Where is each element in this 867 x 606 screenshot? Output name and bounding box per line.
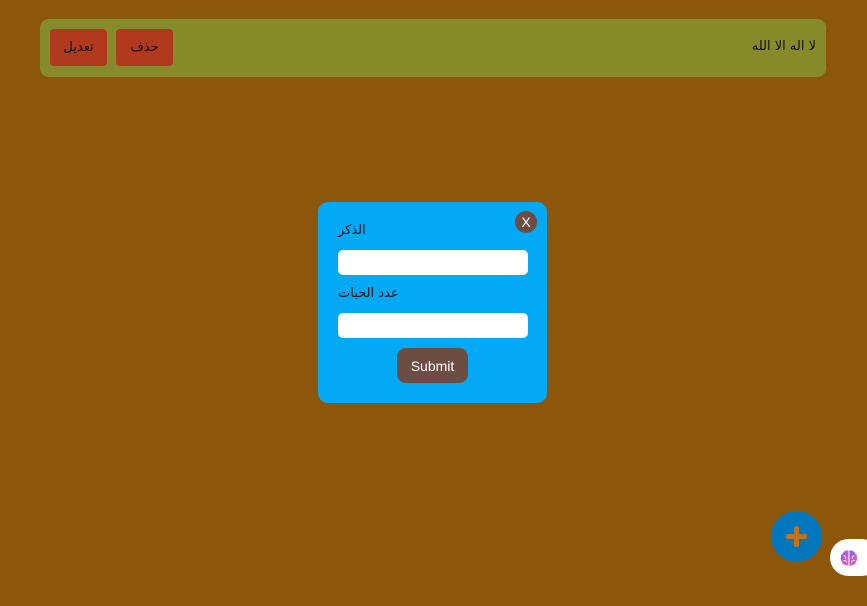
dhikr-input[interactable] [338,250,528,275]
close-button[interactable]: X [515,211,537,233]
submit-button[interactable]: Submit [397,348,468,383]
edit-button[interactable]: تعديل [50,29,107,66]
add-dhikr-modal: X الذكر عدد الحبات Submit [318,202,547,403]
dhikr-entry-text: لا اله الا الله [751,39,816,54]
dhikr-label: الذكر [338,223,366,238]
delete-button[interactable]: حذف [116,29,173,66]
add-button[interactable] [771,511,822,562]
bead-count-label: عدد الحبات [338,286,399,301]
brain-icon [840,550,858,566]
extension-badge[interactable] [830,539,867,576]
bead-count-input[interactable] [338,313,528,338]
dhikr-entry-card: لا اله الا الله حذف تعديل [40,19,826,77]
